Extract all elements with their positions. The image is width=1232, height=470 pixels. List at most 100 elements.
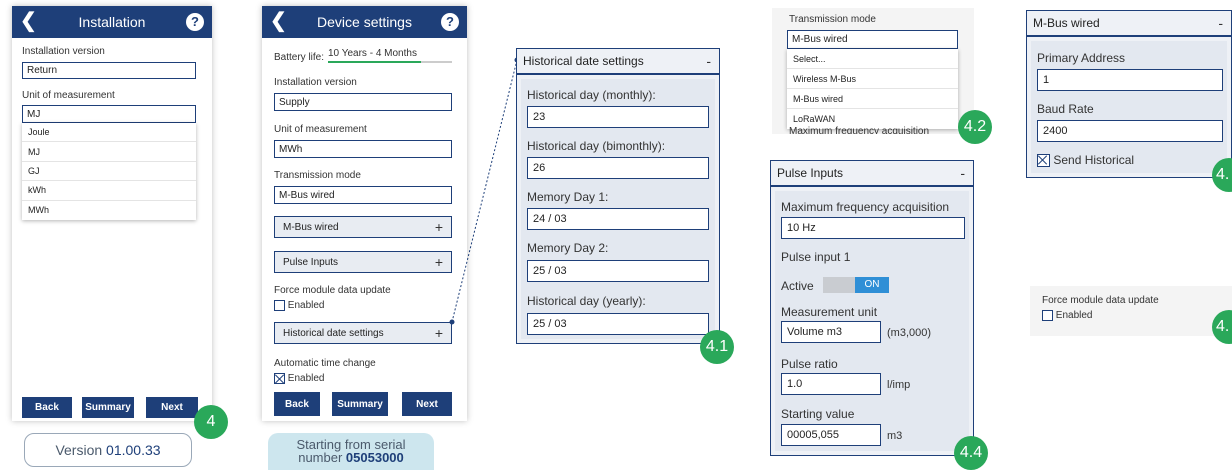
- unit-option[interactable]: Joule: [22, 123, 196, 143]
- starting-value-input[interactable]: 00005,055: [781, 424, 881, 446]
- unit-option[interactable]: GJ: [22, 162, 196, 182]
- unit-option[interactable]: MWh: [22, 201, 196, 220]
- installation-screen: ❮ Installation ? Installation version Re…: [12, 6, 212, 421]
- force-update-card: Force module data update Enabled: [1030, 286, 1232, 336]
- collapse-icon[interactable]: -: [1218, 15, 1223, 31]
- starting-value-unit: m3: [887, 430, 903, 442]
- historical-monthly-label: Historical day (monthly):: [527, 88, 656, 102]
- send-historical-row[interactable]: Send Historical: [1037, 153, 1135, 168]
- active-toggle[interactable]: ON: [823, 277, 889, 293]
- step-badge: 4.: [1212, 158, 1232, 192]
- force-update-checkbox[interactable]: [274, 300, 285, 311]
- help-icon[interactable]: ?: [441, 13, 459, 31]
- screen-title: Installation: [78, 14, 146, 30]
- transmission-option[interactable]: Wireless M-Bus: [787, 69, 958, 89]
- checkbox-label: Enabled: [287, 300, 325, 312]
- memory-day2-label: Memory Day 2:: [527, 241, 609, 255]
- next-button[interactable]: Next: [402, 392, 452, 416]
- auto-time-checkbox-row[interactable]: Enabled: [274, 373, 324, 384]
- serial-prefix: number: [298, 450, 346, 465]
- step-badge: 4.: [1212, 310, 1232, 344]
- memory-day2-input[interactable]: 25 / 03: [527, 260, 709, 282]
- auto-time-label: Automatic time change: [274, 358, 376, 369]
- section-label: Pulse Inputs: [283, 256, 339, 268]
- version-prefix: Version: [55, 442, 107, 458]
- memory-day1-input[interactable]: 24 / 03: [527, 208, 709, 230]
- historical-panel-body: Historical day (monthly): 23 Historical …: [516, 74, 720, 344]
- unit-label: Unit of measurement: [274, 124, 367, 135]
- expand-icon[interactable]: +: [435, 325, 443, 341]
- baud-rate-label: Baud Rate: [1037, 102, 1094, 116]
- historical-monthly-input[interactable]: 23: [527, 106, 709, 128]
- historical-bimonthly-input[interactable]: 26: [527, 157, 709, 179]
- section-historical-date[interactable]: Historical date settings +: [274, 322, 452, 344]
- installation-version-input[interactable]: Return: [22, 62, 196, 79]
- panel-title: Pulse Inputs: [777, 166, 844, 180]
- battery-value: 10 Years - 4 Months: [328, 48, 417, 59]
- step-badge: 4.4: [954, 436, 988, 470]
- unit-option[interactable]: kWh: [22, 181, 196, 201]
- section-label: M-Bus wired: [283, 221, 339, 233]
- installation-version-label: Installation version: [22, 46, 105, 57]
- pulse-ratio-input[interactable]: 1.0: [781, 373, 881, 395]
- version-number: 01.00.33: [106, 442, 161, 458]
- back-button[interactable]: Back: [22, 397, 72, 418]
- max-frequency-input[interactable]: 10 Hz: [781, 217, 965, 239]
- mbus-panel-body: Primary Address 1 Baud Rate 2400 Send Hi…: [1026, 36, 1232, 178]
- force-update-checkbox-row[interactable]: Enabled: [1042, 310, 1092, 321]
- pulse-panel-header[interactable]: Pulse Inputs -: [770, 160, 974, 186]
- send-historical-checkbox[interactable]: [1037, 154, 1050, 168]
- expand-icon[interactable]: +: [435, 254, 443, 270]
- step-badge: 4.2: [958, 110, 992, 144]
- force-update-checkbox[interactable]: [1042, 310, 1053, 321]
- collapse-icon[interactable]: -: [960, 165, 965, 181]
- back-arrow-icon[interactable]: ❮: [270, 10, 287, 32]
- summary-button[interactable]: Summary: [82, 397, 134, 418]
- back-button[interactable]: Back: [274, 392, 320, 416]
- measurement-unit-label: Measurement unit: [781, 305, 878, 319]
- unit-label: Unit of measurement: [22, 90, 115, 101]
- collapse-icon[interactable]: -: [706, 53, 711, 69]
- toggle-on-knob: ON: [855, 277, 889, 293]
- auto-time-checkbox[interactable]: [274, 373, 285, 384]
- memory-day1-label: Memory Day 1:: [527, 190, 609, 204]
- unit-select[interactable]: MJ: [22, 105, 196, 123]
- force-update-checkbox-row[interactable]: Enabled: [274, 300, 324, 311]
- transmission-select[interactable]: M-Bus wired: [787, 30, 958, 49]
- checkbox-label: Enabled: [1055, 310, 1093, 322]
- help-icon[interactable]: ?: [186, 13, 204, 31]
- badge-text: 4.: [1216, 318, 1230, 335]
- battery-label: Battery life:: [274, 52, 325, 63]
- mbus-panel-header[interactable]: M-Bus wired -: [1026, 10, 1232, 36]
- force-update-label: Force module data update: [274, 285, 391, 296]
- historical-yearly-input[interactable]: 25 / 03: [527, 313, 709, 335]
- transmission-option[interactable]: Select...: [787, 49, 958, 69]
- back-arrow-icon[interactable]: ❮: [20, 10, 37, 32]
- installation-topbar: ❮ Installation ?: [12, 6, 212, 38]
- next-button[interactable]: Next: [146, 397, 198, 418]
- section-mbus-wired[interactable]: M-Bus wired +: [274, 216, 452, 238]
- primary-address-input[interactable]: 1: [1037, 69, 1223, 91]
- historical-panel-header[interactable]: Historical date settings -: [516, 48, 720, 74]
- checkbox-label: Send Historical: [1053, 153, 1135, 167]
- unit-select[interactable]: MWh: [274, 140, 452, 158]
- panel-title: M-Bus wired: [1033, 16, 1100, 30]
- device-settings-screen: ❮ Device settings ? Battery life: 10 Yea…: [262, 6, 467, 421]
- section-pulse-inputs[interactable]: Pulse Inputs +: [274, 251, 452, 273]
- summary-button[interactable]: Summary: [332, 392, 388, 416]
- checkbox-label: Enabled: [287, 373, 325, 385]
- battery-bar-fill: [328, 61, 421, 63]
- expand-icon[interactable]: +: [435, 219, 443, 235]
- step-badge: 4: [194, 405, 228, 439]
- historical-bimonthly-label: Historical day (bimonthly):: [527, 139, 666, 153]
- transmission-select[interactable]: M-Bus wired: [274, 186, 452, 204]
- measurement-unit-input[interactable]: Volume m3: [781, 321, 881, 343]
- serial-pill: Starting from serial number 05053000: [268, 433, 434, 470]
- transmission-option[interactable]: M-Bus wired: [787, 89, 958, 109]
- unit-option[interactable]: MJ: [22, 142, 196, 162]
- installation-version-label: Installation version: [274, 77, 357, 88]
- measurement-unit-suffix: (m3,000): [887, 327, 932, 339]
- installation-version-input[interactable]: Supply: [274, 93, 452, 111]
- pulse-ratio-label: Pulse ratio: [781, 357, 838, 371]
- baud-rate-input[interactable]: 2400: [1037, 120, 1223, 142]
